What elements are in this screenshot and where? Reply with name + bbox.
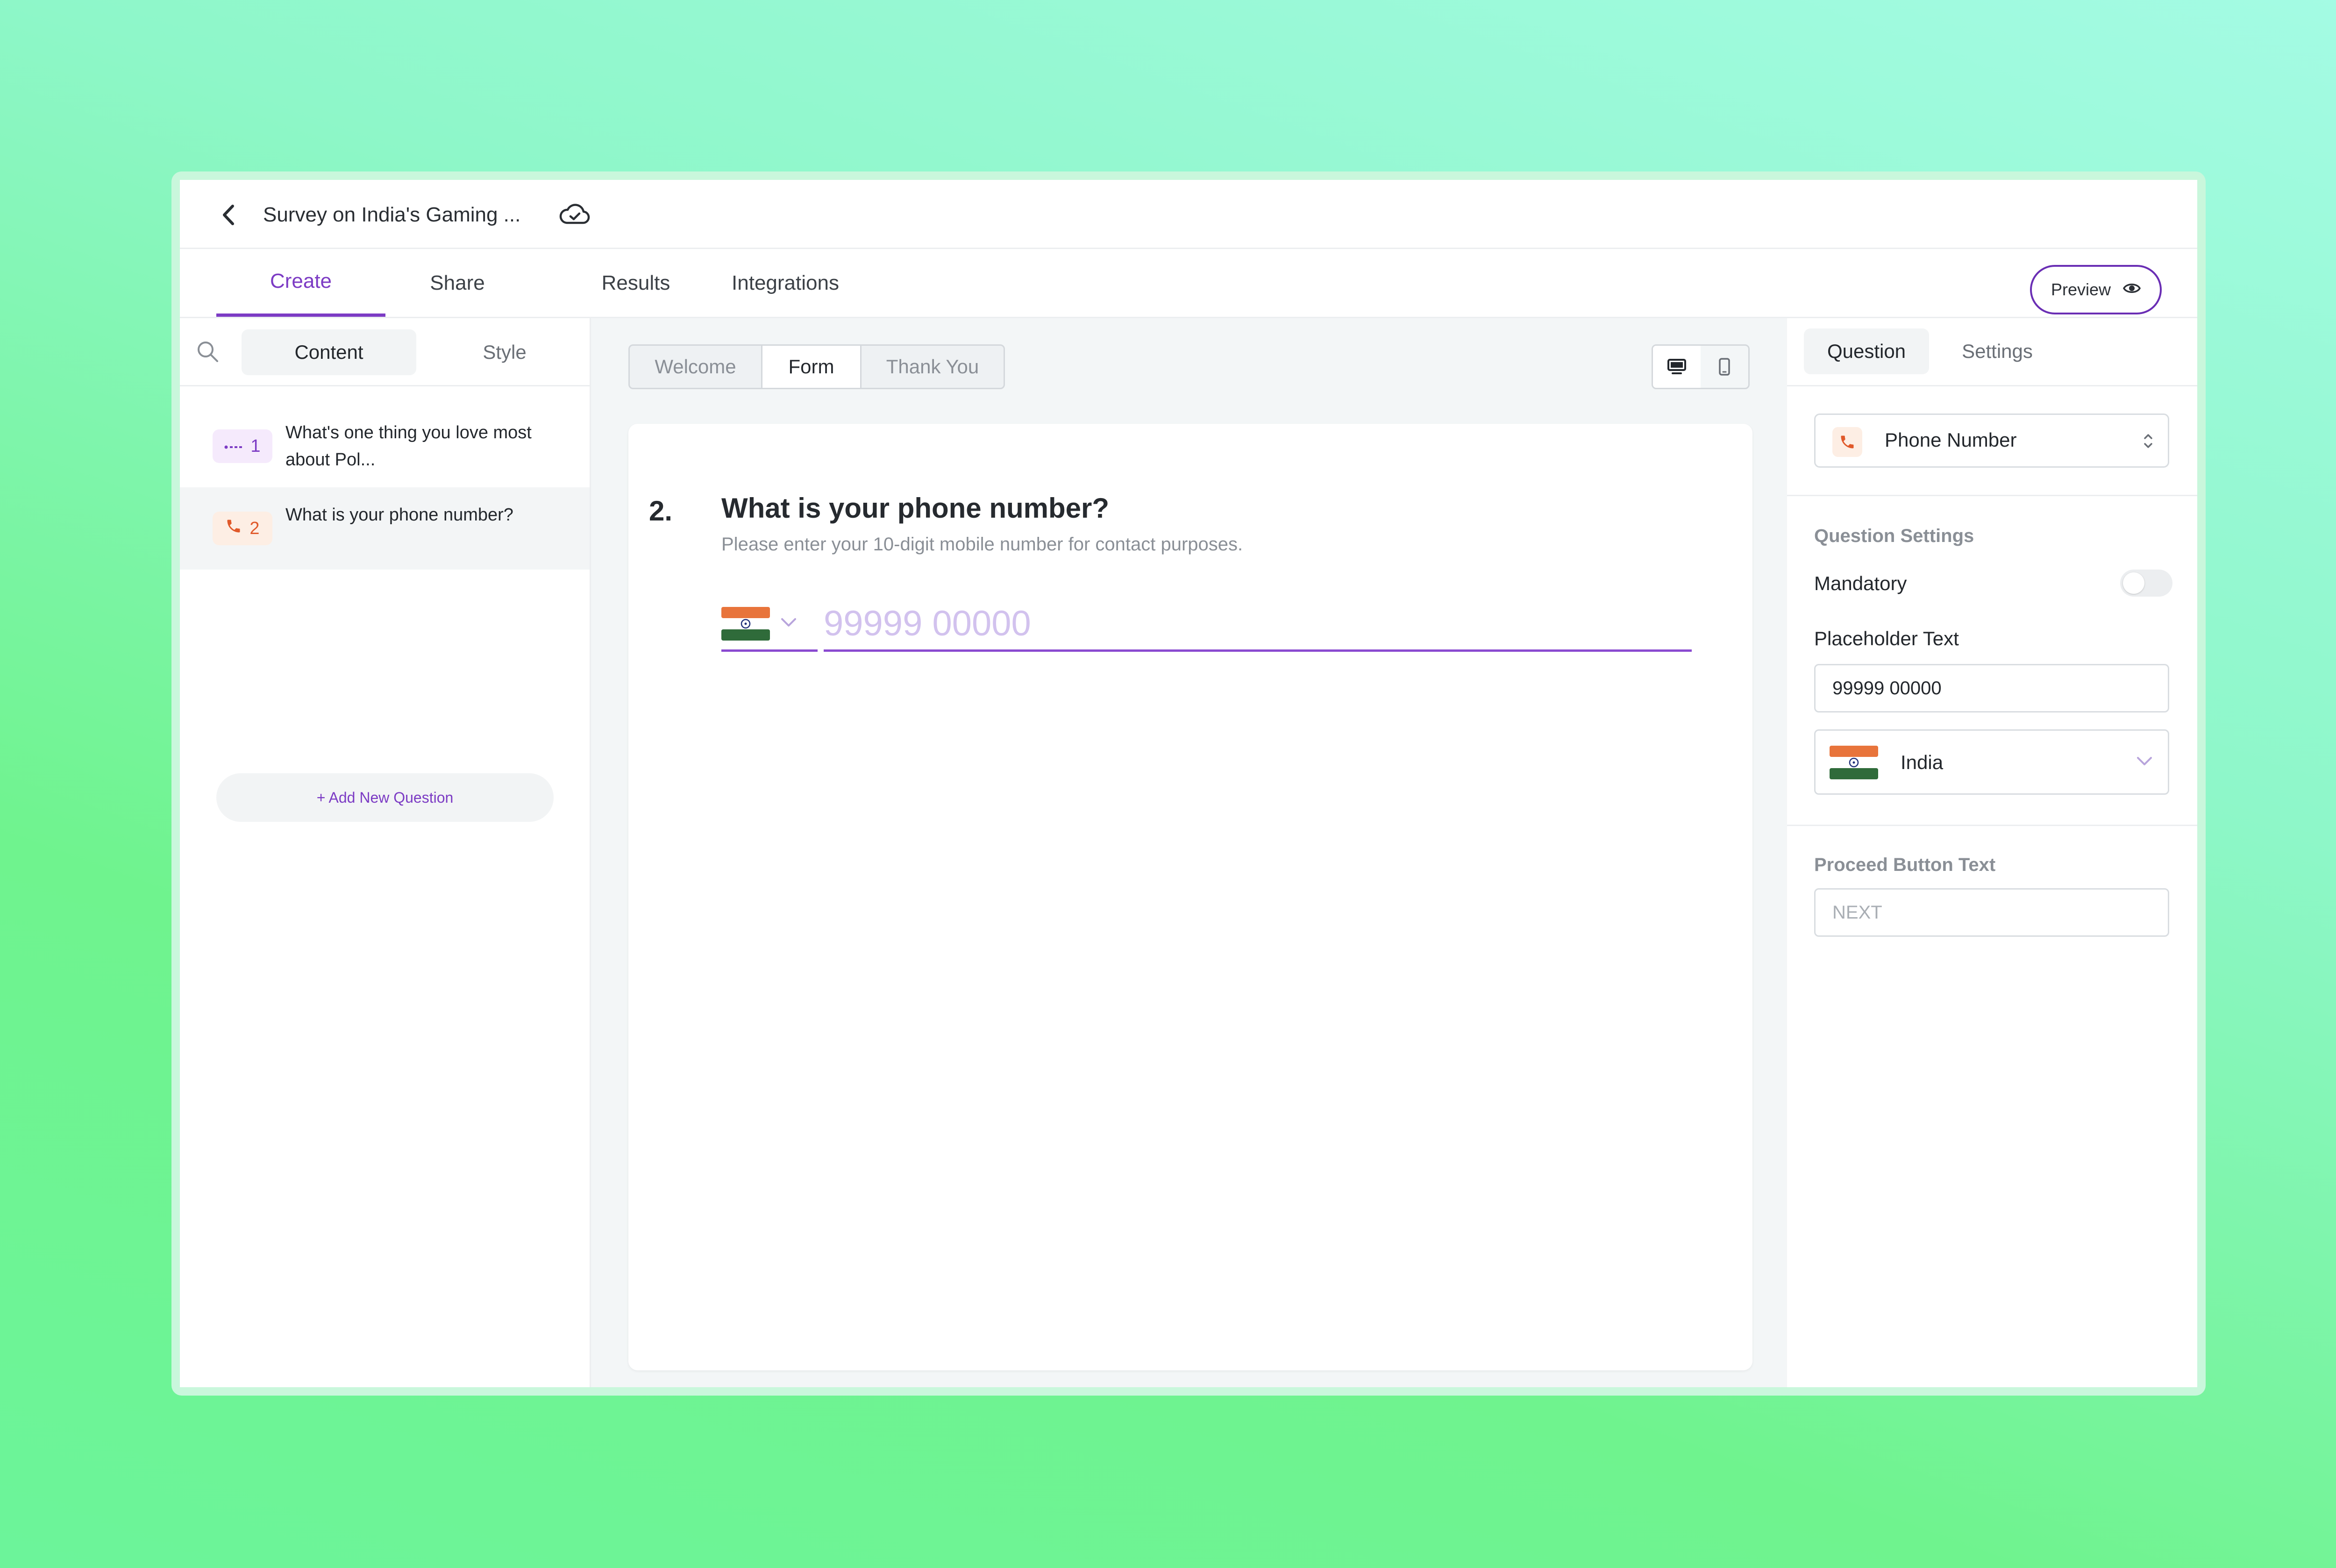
- proceed-button-heading: Proceed Button Text: [1814, 855, 1996, 875]
- section-divider: [1787, 825, 2197, 826]
- back-arrow-icon[interactable]: [213, 199, 245, 231]
- up-down-chevron-icon: [2143, 431, 2154, 454]
- toggle-knob: [2123, 572, 2144, 594]
- tab-share[interactable]: Share: [401, 249, 513, 317]
- question-badge: 2: [213, 512, 272, 545]
- phone-icon: [1832, 427, 1862, 457]
- question-title[interactable]: What is your phone number?: [721, 492, 1109, 524]
- segment-thank-you[interactable]: Thank You: [862, 346, 1004, 388]
- segment-form[interactable]: Form: [762, 346, 862, 388]
- left-panel-tabs: Content Style: [180, 318, 590, 386]
- question-text: What's one thing you love most about Pol…: [285, 423, 532, 470]
- question-item-2[interactable]: 2 What is your phone number?: [180, 487, 590, 570]
- desktop-icon[interactable]: [1653, 346, 1701, 388]
- mobile-icon[interactable]: [1701, 346, 1748, 388]
- tab-integrations[interactable]: Integrations: [701, 249, 869, 317]
- form-preview-card: 2. What is your phone number? Please ent…: [628, 424, 1752, 1370]
- proceed-button-text-input[interactable]: NEXT: [1814, 888, 2169, 937]
- question-settings-heading: Question Settings: [1814, 526, 1974, 546]
- editor-canvas-area: Welcome Form Thank You 2. What is your p…: [591, 318, 1787, 1387]
- question-item-1[interactable]: 1 What's one thing you love most about P…: [180, 405, 590, 487]
- section-divider: [1787, 495, 2197, 496]
- placeholder-text-input[interactable]: 99999 00000: [1814, 664, 2169, 713]
- question-badge: 1: [213, 429, 272, 463]
- list-icon: [224, 436, 243, 456]
- tab-results[interactable]: Results: [575, 249, 697, 317]
- tab-question[interactable]: Question: [1804, 328, 1929, 374]
- segment-welcome[interactable]: Welcome: [630, 346, 762, 388]
- india-flag-icon: [1830, 746, 1878, 779]
- tab-content[interactable]: Content: [242, 329, 416, 375]
- question-type-select[interactable]: Phone Number: [1814, 413, 2169, 468]
- left-panel: Content Style 1 What's one thing you lov…: [180, 318, 591, 1387]
- right-panel-tabs: Question Settings: [1787, 318, 2197, 386]
- device-toggle: [1652, 344, 1750, 389]
- country-code-select[interactable]: [721, 598, 818, 652]
- tab-style[interactable]: Style: [436, 329, 573, 375]
- right-panel: Question Settings Phone Number Question …: [1787, 318, 2197, 1387]
- phone-number-input[interactable]: 99999 00000: [824, 598, 1692, 652]
- placeholder-text-label: Placeholder Text: [1814, 627, 1959, 649]
- country-name: India: [1901, 751, 1944, 773]
- preview-button[interactable]: Preview: [2030, 265, 2162, 314]
- question-text: What is your phone number?: [285, 505, 513, 525]
- mandatory-toggle[interactable]: [2120, 570, 2172, 597]
- chevron-down-icon: [2135, 755, 2154, 770]
- preview-label: Preview: [2051, 280, 2111, 299]
- search-icon[interactable]: [195, 339, 221, 365]
- add-question-button[interactable]: + Add New Question: [216, 773, 554, 822]
- cloud-saved-icon: [558, 200, 591, 228]
- eye-icon: [2123, 280, 2141, 299]
- question-number: 1: [250, 436, 261, 456]
- nav-bar: Create Share Results Integrations Previe…: [180, 249, 2197, 318]
- question-description[interactable]: Please enter your 10-digit mobile number…: [721, 534, 1243, 555]
- question-number: 2: [249, 518, 260, 538]
- chevron-down-icon: [779, 616, 798, 631]
- mandatory-label: Mandatory: [1814, 572, 1907, 594]
- tab-create[interactable]: Create: [216, 249, 385, 317]
- question-type-label: Phone Number: [1885, 429, 2017, 451]
- top-bar: Survey on India's Gaming ...: [180, 180, 2197, 249]
- app-frame: Survey on India's Gaming ... Create Shar…: [171, 171, 2206, 1396]
- country-select[interactable]: India: [1814, 729, 2169, 795]
- phone-icon: [225, 518, 242, 539]
- question-number-label: 2.: [649, 495, 673, 527]
- app-window: Survey on India's Gaming ... Create Shar…: [180, 180, 2197, 1387]
- tab-settings[interactable]: Settings: [1937, 328, 2057, 374]
- india-flag-icon: [721, 606, 770, 641]
- screen-segmented-control: Welcome Form Thank You: [628, 344, 1005, 389]
- survey-title[interactable]: Survey on India's Gaming ...: [263, 200, 520, 229]
